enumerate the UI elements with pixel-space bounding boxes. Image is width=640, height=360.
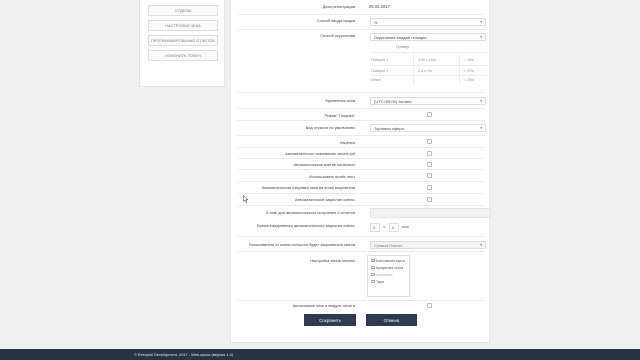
auto-email-checkbox[interactable] <box>427 185 432 190</box>
z-email-row: E-mail для автоматического получения Z-о… <box>237 206 491 219</box>
example-row-1-sum: = 16т <box>464 58 475 62</box>
auto-cash-row: Автоматическое взятие наличные <box>237 159 485 170</box>
rounding-value: Округление каждой позиции <box>374 35 427 40</box>
discount-method-value: % <box>374 20 378 25</box>
markup-label: Наценка <box>339 140 355 145</box>
purchase-mode-label: Режим "Покупка" <box>324 113 355 118</box>
auto-cash-label: Автоматическое взятие наличные <box>293 162 355 167</box>
timezone-row: Временная зона (UTC+06:00) Астана ▾ <box>237 93 486 109</box>
chevron-down-icon: ▾ <box>480 35 482 39</box>
payment-types-label: Настройка типов оплаты <box>310 258 355 263</box>
shift-user-value: Сумкин Платон <box>374 243 403 248</box>
purchase-mode-checkbox[interactable] <box>427 112 432 117</box>
shift-user-select[interactable]: Сумкин Платон ▾ <box>370 241 486 249</box>
example-col-divider <box>459 52 460 85</box>
chevron-down-icon: ▾ <box>480 243 482 247</box>
z-email-input[interactable] <box>370 208 491 218</box>
settings-sidebar: ОТДЕЛЫ НАСТРОЙКИ ЧЕКА ПРОГРАММИРОВАНИЕ О… <box>139 0 225 87</box>
payment-type-item[interactable]: Кредитная карта <box>371 265 403 270</box>
sidebar-item-departments[interactable]: ОТДЕЛЫ <box>148 5 218 16</box>
mouse-cursor-icon <box>243 195 249 203</box>
example-divider <box>370 65 487 66</box>
example-total-sum: = 33т <box>464 78 475 82</box>
settings-form-panel: Дата регистрации 25.04.2017 Способ ввода… <box>230 0 491 343</box>
business-type-value: Торговая сфера <box>374 126 404 131</box>
auto-cash-checkbox[interactable] <box>427 162 432 167</box>
minutes-input[interactable]: 0 <box>389 223 399 232</box>
checkbox-checked-icon: ✓ <box>371 258 375 263</box>
sidebar-item-receipt-settings[interactable]: НАСТРОЙКИ ЧЕКА <box>148 20 218 31</box>
timezone-select[interactable]: (UTC+06:00) Астана ▾ <box>370 97 486 105</box>
rounding-label: Способ округления <box>320 33 355 38</box>
hours-unit: ч <box>383 225 385 229</box>
daily-close-time-row: Время ежедневного автоматического закрыт… <box>237 219 485 237</box>
z-email-label: E-mail для автоматического получения Z-о… <box>266 210 355 215</box>
chevron-down-icon: ▾ <box>480 126 482 130</box>
timezone-value: (UTC+06:00) Астана <box>374 99 412 104</box>
auto-email-label: Автоматическая отправка чека на email по… <box>261 185 355 190</box>
price-list-row: Использовать прайс лист <box>237 170 485 182</box>
auto-close-checkbox[interactable] <box>427 197 432 202</box>
price-list-checkbox[interactable] <box>427 173 432 178</box>
auto-close-row: Автоматическое закрытие смены <box>237 194 485 206</box>
payment-type-item[interactable]: ✓Наличные <box>371 272 393 277</box>
daily-close-time-label: Время ежедневного автоматического закрыт… <box>257 223 355 228</box>
cancel-button[interactable]: Отмена <box>366 314 417 326</box>
discount-method-row: Способ ввода скидки % ▾ <box>237 15 486 30</box>
example-col-divider <box>413 52 414 85</box>
footer-text: © Everyshi Development, 2017 - Web-касса… <box>134 352 234 357</box>
sidebar-item-report-programming[interactable]: ПРОГРАММИРОВАНИЕ ОТЧЕТОВ <box>148 35 218 46</box>
purchase-mode-row: Режим "Покупка" <box>237 109 485 121</box>
checkbox-checked-icon: ✓ <box>371 272 375 277</box>
offline-label: Автономные чеки в модуле печати <box>292 303 355 308</box>
payment-types-row: Настройка типов оплаты <box>237 252 485 301</box>
auto-pdf-label: Автоматическое скачивание чека в pdf <box>284 151 355 156</box>
example-row-2-calc: 2,4 x 7т <box>418 69 432 73</box>
business-type-row: Вид отрасли по умолчанию Торговая сфера … <box>237 121 486 136</box>
discount-method-label: Способ ввода скидки <box>316 18 355 23</box>
offline-checkbox[interactable] <box>427 303 432 308</box>
markup-checkbox[interactable] <box>427 139 432 144</box>
business-type-select[interactable]: Торговая сфера ▾ <box>370 124 486 132</box>
save-button[interactable]: Сохранить <box>304 314 356 326</box>
footer: © Everyshi Development, 2017 - Web-касса… <box>0 349 640 360</box>
reg-date-value: 25.04.2017 <box>369 4 390 9</box>
offline-row: Автономные чеки в модуле печати <box>237 301 485 310</box>
reg-date-label: Дата регистрации <box>322 4 355 9</box>
markup-row: Наценка <box>237 136 485 148</box>
checkbox-empty-icon <box>371 279 375 284</box>
business-type-label: Вид отрасли по умолчанию <box>305 125 355 130</box>
auto-close-label: Автоматическое закрытие смены <box>294 197 355 202</box>
example-header: Пример <box>396 45 410 49</box>
example-row-2-name: Позиция 2 <box>371 69 389 73</box>
chevron-down-icon: ▾ <box>480 20 482 24</box>
example-row-1-calc: 1,55 x 10т <box>418 58 436 62</box>
shift-user-label: Пользователь от имени которого будет зак… <box>248 242 355 247</box>
timezone-label: Временная зона <box>325 98 355 103</box>
rounding-row: Способ округления Округление каждой пози… <box>237 30 487 93</box>
price-list-label: Использовать прайс лист <box>309 174 355 179</box>
payment-types-list[interactable]: ✓Банковская карта Кредитная карта ✓Налич… <box>367 255 410 297</box>
example-divider <box>370 52 487 53</box>
auto-email-row: Автоматическая отправка чека на email по… <box>237 182 485 194</box>
example-total-name: Итог <box>371 78 381 82</box>
payment-type-item[interactable]: Тара <box>371 279 384 284</box>
minutes-unit: мин <box>402 225 409 229</box>
example-row-2-sum: = 17т <box>464 69 475 73</box>
reg-date-row: Дата регистрации 25.04.2017 <box>237 0 485 15</box>
discount-method-select[interactable]: % ▾ <box>370 18 486 26</box>
chevron-down-icon: ▾ <box>480 99 482 103</box>
payment-type-item[interactable]: ✓Банковская карта <box>371 258 405 263</box>
auto-pdf-row: Автоматическое скачивание чека в pdf <box>237 148 485 159</box>
rounding-select[interactable]: Округление каждой позиции ▾ <box>370 33 486 41</box>
auto-pdf-checkbox[interactable] <box>427 151 432 156</box>
shift-user-row: Пользователь от имени которого будет зак… <box>237 237 486 252</box>
sidebar-item-change-token[interactable]: ИЗМЕНИТЬ ТОКЕН <box>148 50 218 61</box>
example-divider <box>370 75 487 76</box>
hours-input[interactable]: 0 <box>370 223 380 232</box>
example-row-1-name: Позиция 1 <box>371 58 389 62</box>
checkbox-empty-icon <box>371 265 375 270</box>
